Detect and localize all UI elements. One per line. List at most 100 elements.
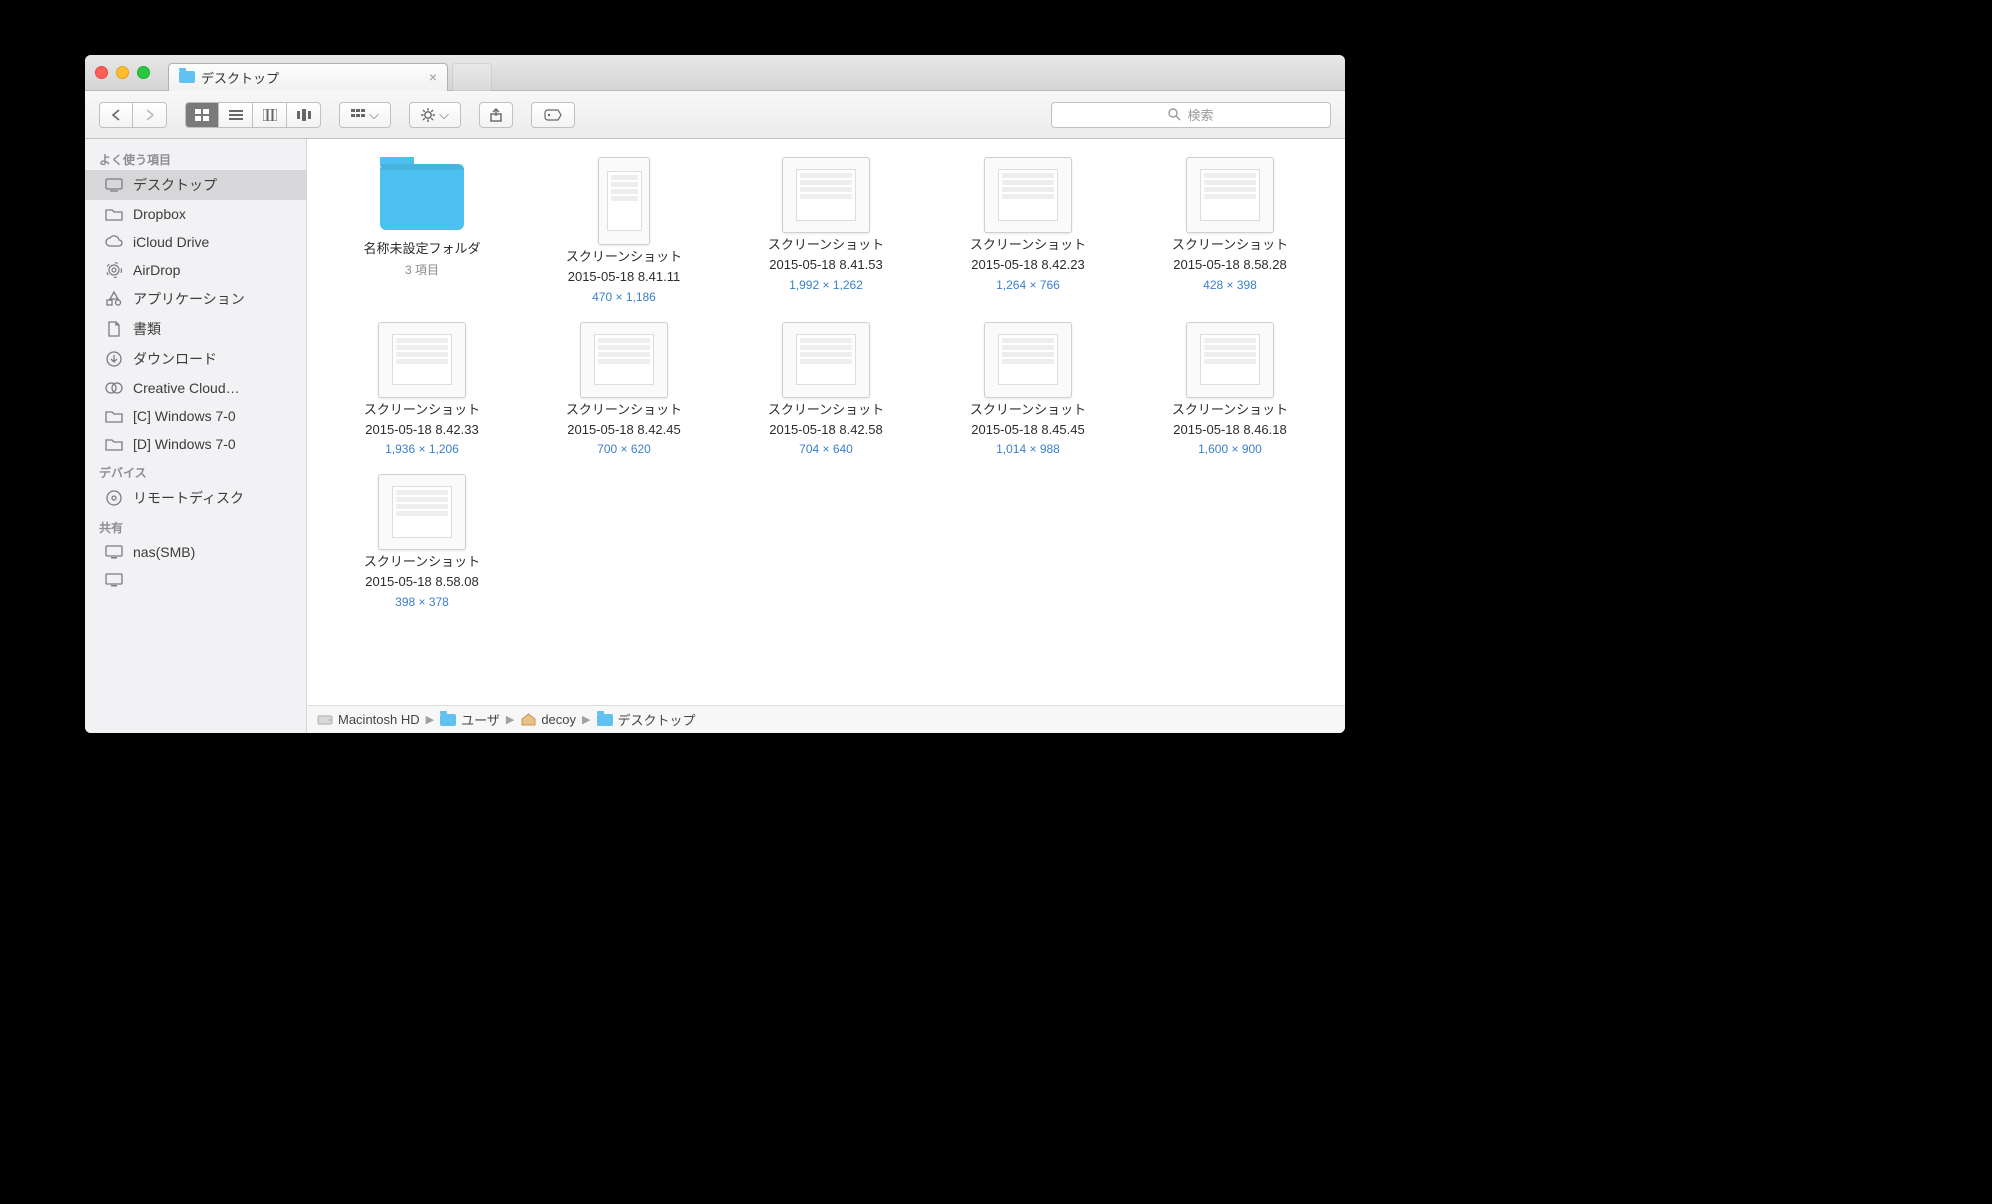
new-tab-button[interactable] [452, 63, 492, 91]
item-name: スクリーンショット [1172, 237, 1288, 253]
sidebar-item[interactable]: ダウンロード [85, 344, 306, 374]
item-name: スクリーンショット [768, 237, 884, 253]
sidebar-item[interactable]: デスクトップ [85, 170, 306, 200]
sidebar-item[interactable]: AirDrop [85, 256, 306, 284]
sidebar-item[interactable]: [D] Windows 7-0 [85, 430, 306, 458]
file-item[interactable]: スクリーンショット2015-05-18 8.45.451,014 × 988 [931, 322, 1125, 457]
file-item[interactable]: スクリーンショット2015-05-18 8.41.531,992 × 1,262 [729, 157, 923, 304]
window-controls [95, 66, 150, 79]
item-timestamp: 2015-05-18 8.42.45 [567, 422, 680, 438]
coverflow-view-button[interactable] [287, 102, 321, 128]
image-thumbnail [1186, 322, 1274, 398]
column-view-button[interactable] [253, 102, 287, 128]
arrange-button[interactable]: ⌵ [339, 102, 391, 128]
path-crumb[interactable]: ユーザ [440, 710, 500, 729]
home-icon [520, 713, 536, 726]
file-item[interactable]: スクリーンショット2015-05-18 8.46.181,600 × 900 [1133, 322, 1327, 457]
file-item[interactable]: スクリーンショット2015-05-18 8.42.231,264 × 766 [931, 157, 1125, 304]
icon-view[interactable]: 名称未設定フォルダ 3 項目 スクリーンショット2015-05-18 8.41.11… [307, 139, 1345, 705]
cloud-icon [105, 233, 123, 251]
sidebar-item-label: [D] Windows 7-0 [133, 436, 236, 452]
forward-button[interactable] [133, 102, 167, 128]
sidebar-section-title: デバイス [85, 458, 306, 483]
tags-button[interactable] [531, 102, 575, 128]
sidebar: よく使う項目デスクトップ DropboxiCloud DriveAirDrop アプ… [85, 139, 307, 733]
path-crumb-label: Macintosh HD [338, 712, 420, 727]
back-button[interactable] [99, 102, 133, 128]
folder-icon [179, 71, 195, 83]
doc-icon [105, 320, 123, 338]
sidebar-item-label: デスクトップ [133, 175, 217, 195]
icon-view-button[interactable] [185, 102, 219, 128]
chevron-right-icon: ▶ [426, 713, 434, 726]
path-crumb[interactable]: デスクトップ [597, 710, 696, 729]
folder-icon [105, 205, 123, 223]
item-timestamp: 2015-05-18 8.46.18 [1173, 422, 1286, 438]
item-timestamp: 2015-05-18 8.58.08 [365, 574, 478, 590]
sidebar-item-label: ダウンロード [133, 349, 217, 369]
sidebar-item[interactable]: リモートディスク [85, 483, 306, 513]
file-item[interactable]: スクリーンショット2015-05-18 8.42.45700 × 620 [527, 322, 721, 457]
tab-close-icon[interactable]: × [429, 69, 437, 85]
cc-icon [105, 379, 123, 397]
file-item[interactable]: 名称未設定フォルダ 3 項目 [325, 157, 519, 304]
view-buttons [185, 102, 321, 128]
item-name: スクリーンショット [364, 554, 480, 570]
image-thumbnail [1186, 157, 1274, 233]
file-item[interactable]: スクリーンショット2015-05-18 8.41.11470 × 1,186 [527, 157, 721, 304]
item-timestamp: 2015-05-18 8.42.23 [971, 257, 1084, 273]
file-item[interactable]: スクリーンショット2015-05-18 8.58.28428 × 398 [1133, 157, 1327, 304]
zoom-window-button[interactable] [137, 66, 150, 79]
sidebar-item-label: nas(SMB) [133, 544, 195, 560]
item-subtitle: 3 項目 [405, 261, 439, 278]
sidebar-item-label: リモートディスク [133, 488, 244, 508]
item-dimensions: 1,936 × 1,206 [385, 442, 459, 456]
item-dimensions: 1,992 × 1,262 [789, 278, 863, 292]
action-button[interactable]: ⌵ [409, 102, 461, 128]
file-item[interactable]: スクリーンショット2015-05-18 8.58.08398 × 378 [325, 474, 519, 609]
nav-buttons [99, 102, 167, 128]
tab-bar: デスクトップ × [85, 55, 1345, 91]
sidebar-item[interactable] [85, 566, 306, 594]
image-thumbnail [598, 157, 650, 245]
screen-icon [105, 543, 123, 561]
item-name: スクリーンショット [1172, 402, 1288, 418]
sidebar-item[interactable]: nas(SMB) [85, 538, 306, 566]
sidebar-item-label: アプリケーション [133, 289, 245, 309]
sidebar-item[interactable]: Dropbox [85, 200, 306, 228]
file-item[interactable]: スクリーンショット2015-05-18 8.42.331,936 × 1,206 [325, 322, 519, 457]
sidebar-section-title: 共有 [85, 513, 306, 538]
sidebar-item[interactable]: [C] Windows 7-0 [85, 402, 306, 430]
sidebar-item-label: [C] Windows 7-0 [133, 408, 236, 424]
disc-icon [105, 489, 123, 507]
sidebar-section-title: よく使う項目 [85, 145, 306, 170]
gear-icon [421, 108, 435, 122]
file-item[interactable]: スクリーンショット2015-05-18 8.42.58704 × 640 [729, 322, 923, 457]
sidebar-item[interactable]: Creative Cloud… [85, 374, 306, 402]
sidebar-item[interactable]: アプリケーション [85, 284, 306, 314]
tab-active[interactable]: デスクトップ × [168, 63, 448, 91]
close-window-button[interactable] [95, 66, 108, 79]
search-field[interactable]: 検索 [1051, 102, 1331, 128]
list-view-button[interactable] [219, 102, 253, 128]
sidebar-item[interactable]: iCloud Drive [85, 228, 306, 256]
download-icon [105, 350, 123, 368]
search-icon [1168, 108, 1181, 121]
folder-icon [105, 407, 123, 425]
item-dimensions: 428 × 398 [1203, 278, 1257, 292]
folder-icon [372, 157, 472, 237]
share-button[interactable] [479, 102, 513, 128]
finder-window: デスクトップ × [85, 55, 1345, 733]
sidebar-item-label: Creative Cloud… [133, 380, 240, 396]
sidebar-item[interactable]: 書類 [85, 314, 306, 344]
item-name: 名称未設定フォルダ [363, 241, 480, 257]
path-crumb-label: デスクトップ [618, 710, 696, 729]
apps-icon [105, 290, 123, 308]
chevron-right-icon: ▶ [582, 713, 590, 726]
item-timestamp: 2015-05-18 8.42.58 [769, 422, 882, 438]
path-crumb[interactable]: Macintosh HD [317, 712, 420, 727]
path-crumb[interactable]: decoy [520, 712, 576, 727]
bluefolder-icon [597, 713, 613, 726]
minimize-window-button[interactable] [116, 66, 129, 79]
image-thumbnail [378, 322, 466, 398]
